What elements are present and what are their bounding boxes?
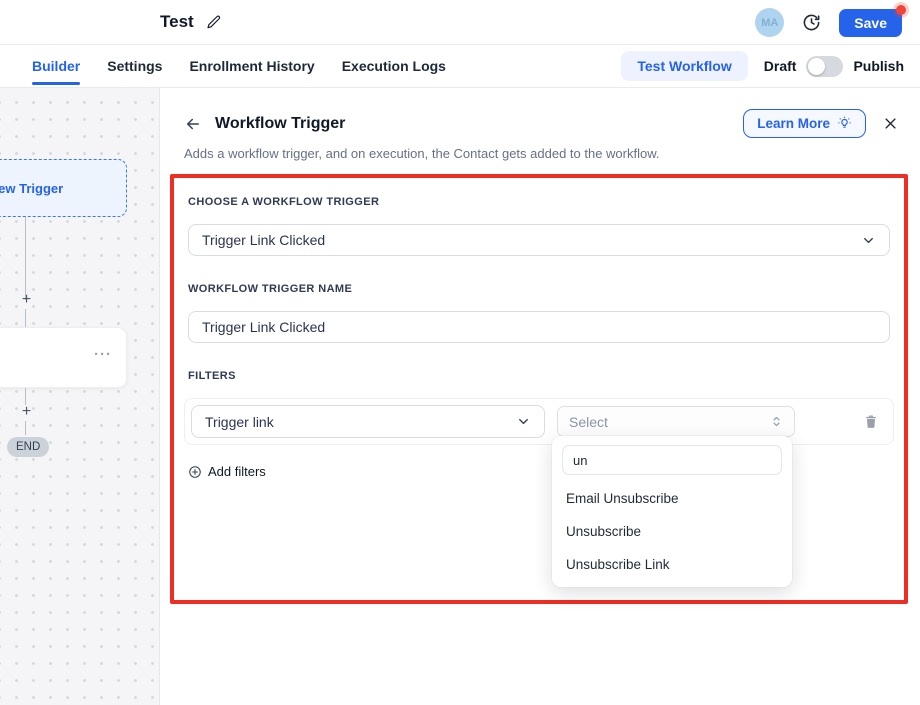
clock-history-icon[interactable] — [802, 13, 821, 32]
connector-line — [25, 309, 26, 327]
dropdown-option-email-unsubscribe[interactable]: Email Unsubscribe — [562, 482, 782, 515]
publish-toggle[interactable] — [806, 56, 843, 77]
add-filters-label: Add filters — [208, 464, 266, 479]
trigger-node-label: New Trigger — [0, 181, 63, 196]
filter-field-value: Trigger link — [205, 414, 274, 430]
test-workflow-button[interactable]: Test Workflow — [621, 51, 747, 81]
back-arrow-icon[interactable] — [184, 115, 202, 133]
panel-description: Adds a workflow trigger, and on executio… — [160, 138, 920, 161]
tab-enrollment-history[interactable]: Enrollment History — [189, 45, 314, 88]
chevron-down-icon — [516, 414, 531, 429]
tabbar-right-group: Test Workflow Draft Publish — [621, 51, 904, 81]
trigger-name-label: WORKFLOW TRIGGER NAME — [188, 283, 890, 295]
publish-label: Publish — [853, 58, 904, 74]
close-icon[interactable] — [883, 116, 898, 131]
filter-value-dropdown: Email Unsubscribe Unsubscribe Unsubscrib… — [552, 436, 792, 587]
workflow-title: Test — [160, 12, 194, 32]
save-button-label: Save — [854, 15, 887, 31]
edit-pencil-icon[interactable] — [206, 14, 222, 30]
trigger-node[interactable]: New Trigger — [0, 159, 127, 217]
add-step-button-1[interactable]: + — [18, 292, 35, 309]
trigger-name-input[interactable] — [188, 311, 890, 343]
publish-toggle-group: Draft Publish — [764, 56, 904, 77]
unsaved-changes-dot — [896, 5, 906, 15]
tab-execution-logs[interactable]: Execution Logs — [342, 45, 446, 88]
dropdown-options: Email Unsubscribe Unsubscribe Unsubscrib… — [562, 482, 782, 581]
workflow-trigger-select-value: Trigger Link Clicked — [202, 232, 325, 248]
add-step-button-2[interactable]: + — [18, 404, 35, 421]
tab-builder[interactable]: Builder — [32, 45, 80, 88]
choose-trigger-label: CHOOSE A WORKFLOW TRIGGER — [188, 196, 890, 208]
node-more-menu-icon[interactable]: ··· — [94, 346, 112, 363]
dropdown-search-input[interactable] — [562, 445, 782, 475]
workflow-trigger-select[interactable]: Trigger Link Clicked — [188, 224, 890, 256]
dropdown-option-unsubscribe[interactable]: Unsubscribe — [562, 515, 782, 548]
end-node: END — [7, 437, 49, 457]
highlighted-form-area: CHOOSE A WORKFLOW TRIGGER Trigger Link C… — [170, 174, 908, 604]
panel-header: Workflow Trigger Learn More — [160, 88, 920, 138]
filters-label: FILTERS — [188, 370, 890, 382]
filter-value-select[interactable]: Select — [557, 406, 795, 437]
filter-field-select[interactable]: Trigger link — [191, 405, 545, 438]
topbar-actions: MA Save — [755, 0, 902, 45]
connector-line — [25, 421, 26, 435]
trash-icon[interactable] — [863, 413, 879, 430]
workflow-title-group: Test — [160, 12, 222, 32]
avatar[interactable]: MA — [755, 8, 784, 37]
filters-section: FILTERS Trigger link Select — [188, 370, 890, 484]
save-button[interactable]: Save — [839, 9, 902, 37]
action-node[interactable]: ··· — [0, 327, 127, 388]
lightbulb-icon — [837, 116, 852, 131]
draft-label: Draft — [764, 58, 797, 74]
learn-more-label: Learn More — [757, 116, 830, 131]
tab-settings[interactable]: Settings — [107, 45, 162, 88]
filter-value-placeholder: Select — [569, 414, 608, 430]
chevron-up-down-icon — [770, 414, 783, 429]
top-bar: Test MA Save — [0, 0, 920, 45]
plus-circle-icon — [188, 465, 202, 479]
panel-header-actions: Learn More — [743, 109, 898, 138]
connector-line — [25, 217, 26, 300]
chevron-down-icon — [861, 233, 876, 248]
toggle-knob — [808, 58, 825, 75]
trigger-settings-panel: Workflow Trigger Learn More Adds a workf… — [160, 88, 920, 705]
learn-more-button[interactable]: Learn More — [743, 109, 866, 138]
tab-bar: Builder Settings Enrollment History Exec… — [0, 45, 920, 88]
add-filters-button[interactable]: Add filters — [188, 464, 266, 479]
workflow-canvas[interactable]: New Trigger + ··· + END — [0, 88, 160, 705]
dropdown-option-unsubscribe-link[interactable]: Unsubscribe Link — [562, 548, 782, 581]
panel-title: Workflow Trigger — [215, 115, 345, 133]
